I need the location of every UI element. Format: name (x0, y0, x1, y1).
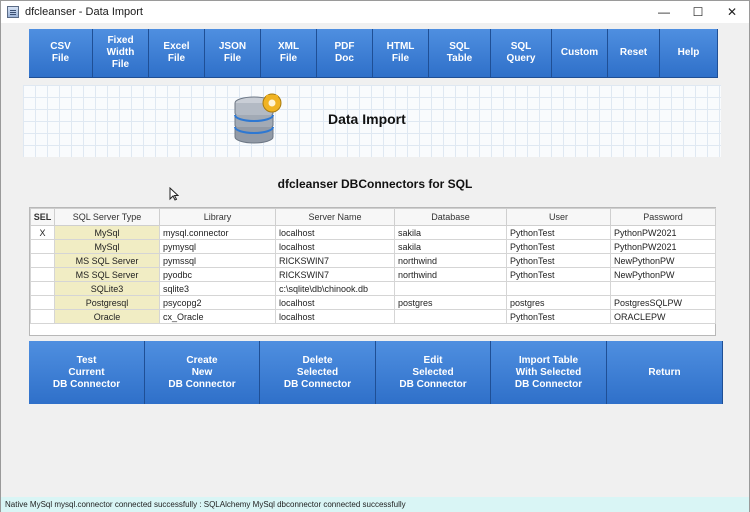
xml-file-button[interactable]: XML File (261, 29, 317, 78)
library-cell: pyodbc (159, 267, 276, 282)
close-button[interactable]: ✕ (715, 1, 749, 23)
status-bar: Native MySql mysql.connector connected s… (1, 497, 749, 512)
sql-query-button[interactable]: SQL Query (491, 29, 552, 78)
server-name-cell: c:\sqlite\db\chinook.db (275, 281, 395, 296)
import-table-with-selected-dbconnector-button[interactable]: Import Table With Selected DB Connector (491, 341, 607, 404)
app-icon (7, 6, 19, 18)
html-file-button[interactable]: HTML File (373, 29, 429, 78)
table-row[interactable]: X MySql mysql.connector localhost sakila… (30, 225, 716, 240)
edit-selected-dbconnector-button[interactable]: Edit Selected DB Connector (376, 341, 491, 404)
library-cell: psycopg2 (159, 295, 276, 310)
server-name-cell: localhost (275, 295, 395, 310)
server-type-cell[interactable]: MS SQL Server (54, 267, 160, 282)
server-type-cell[interactable]: SQLite3 (54, 281, 160, 296)
user-cell: PythonTest (506, 239, 611, 254)
password-cell: NewPythonPW (610, 253, 716, 268)
server-type-cell[interactable]: Oracle (54, 309, 160, 324)
library-cell: pymysql (159, 239, 276, 254)
title-bar: dfcleanser - Data Import — ☐ ✕ (1, 1, 749, 23)
window-title: dfcleanser - Data Import (25, 6, 143, 18)
column-header-sql-server-type: SQL Server Type (54, 208, 160, 226)
banner-title: Data Import (328, 111, 406, 127)
database-cell: sakila (394, 225, 507, 240)
section-title: dfcleanser DBConnectors for SQL (277, 177, 473, 191)
connectors-grid: SEL SQL Server Type Library Server Name … (30, 208, 716, 324)
table-row[interactable]: MS SQL Server pyodbc RICKSWIN7 northwind… (30, 267, 716, 282)
password-cell: PostgresSQLPW (610, 295, 716, 310)
sel-cell[interactable] (30, 281, 55, 296)
password-cell: ORACLEPW (610, 309, 716, 324)
app-window: dfcleanser - Data Import — ☐ ✕ CSV File … (0, 0, 750, 512)
sql-table-button[interactable]: SQL Table (429, 29, 491, 78)
window-controls: — ☐ ✕ (647, 1, 749, 23)
server-type-cell[interactable]: Postgresql (54, 295, 160, 310)
dbconnectors-table: SEL SQL Server Type Library Server Name … (29, 207, 716, 336)
password-cell: PythonPW2021 (610, 225, 716, 240)
delete-selected-dbconnector-button[interactable]: Delete Selected DB Connector (260, 341, 376, 404)
column-header-user: User (506, 208, 611, 226)
server-name-cell: localhost (275, 309, 395, 324)
library-cell: sqlite3 (159, 281, 276, 296)
user-cell: postgres (506, 295, 611, 310)
table-header-row: SEL SQL Server Type Library Server Name … (30, 208, 716, 226)
user-cell (506, 281, 611, 296)
database-cell: sakila (394, 239, 507, 254)
data-import-banner: Data Import (23, 85, 721, 157)
sel-cell[interactable] (30, 295, 55, 310)
table-row[interactable]: MS SQL Server pymssql RICKSWIN7 northwin… (30, 253, 716, 268)
test-current-dbconnector-button[interactable]: Test Current DB Connector (29, 341, 145, 404)
excel-file-button[interactable]: Excel File (149, 29, 205, 78)
minimize-button[interactable]: — (647, 1, 681, 23)
column-header-server-name: Server Name (275, 208, 395, 226)
sel-cell[interactable] (30, 267, 55, 282)
table-row[interactable]: MySql pymysql localhost sakila PythonTes… (30, 239, 716, 254)
user-cell: PythonTest (506, 253, 611, 268)
sel-cell[interactable] (30, 253, 55, 268)
csv-file-button[interactable]: CSV File (29, 29, 93, 78)
library-cell: cx_Oracle (159, 309, 276, 324)
password-cell: PythonPW2021 (610, 239, 716, 254)
maximize-button[interactable]: ☐ (681, 1, 715, 23)
fixed-width-file-button[interactable]: Fixed Width File (93, 29, 149, 78)
sel-cell[interactable] (30, 309, 55, 324)
password-cell: NewPythonPW (610, 267, 716, 282)
import-toolbar: CSV File Fixed Width File Excel File JSO… (29, 29, 718, 78)
server-type-cell[interactable]: MySql (54, 225, 160, 240)
sel-cell[interactable] (30, 239, 55, 254)
library-cell: mysql.connector (159, 225, 276, 240)
database-cell (394, 309, 507, 324)
create-new-dbconnector-button[interactable]: Create New DB Connector (145, 341, 260, 404)
table-row[interactable]: SQLite3 sqlite3 c:\sqlite\db\chinook.db (30, 281, 716, 296)
table-row[interactable]: Postgresql psycopg2 localhost postgres p… (30, 295, 716, 310)
server-type-cell[interactable]: MS SQL Server (54, 253, 160, 268)
password-cell (610, 281, 716, 296)
custom-button[interactable]: Custom (552, 29, 608, 78)
user-cell: PythonTest (506, 309, 611, 324)
server-name-cell: RICKSWIN7 (275, 267, 395, 282)
sel-cell[interactable]: X (30, 225, 55, 240)
column-header-password: Password (610, 208, 716, 226)
server-type-cell[interactable]: MySql (54, 239, 160, 254)
column-header-sel: SEL (30, 208, 55, 226)
json-file-button[interactable]: JSON File (205, 29, 261, 78)
database-gear-icon (234, 93, 282, 144)
reset-button[interactable]: Reset (608, 29, 660, 78)
table-row[interactable]: Oracle cx_Oracle localhost PythonTest OR… (30, 309, 716, 324)
database-cell (394, 281, 507, 296)
dbconnector-actions: Test Current DB Connector Create New DB … (29, 341, 723, 404)
pdf-doc-button[interactable]: PDF Doc (317, 29, 373, 78)
help-button[interactable]: Help (660, 29, 718, 78)
server-name-cell: localhost (275, 225, 395, 240)
database-cell: northwind (394, 253, 507, 268)
server-name-cell: RICKSWIN7 (275, 253, 395, 268)
column-header-database: Database (394, 208, 507, 226)
user-cell: PythonTest (506, 267, 611, 282)
column-header-library: Library (159, 208, 276, 226)
server-name-cell: localhost (275, 239, 395, 254)
library-cell: pymssql (159, 253, 276, 268)
return-button[interactable]: Return (607, 341, 723, 404)
user-cell: PythonTest (506, 225, 611, 240)
database-cell: northwind (394, 267, 507, 282)
database-cell: postgres (394, 295, 507, 310)
